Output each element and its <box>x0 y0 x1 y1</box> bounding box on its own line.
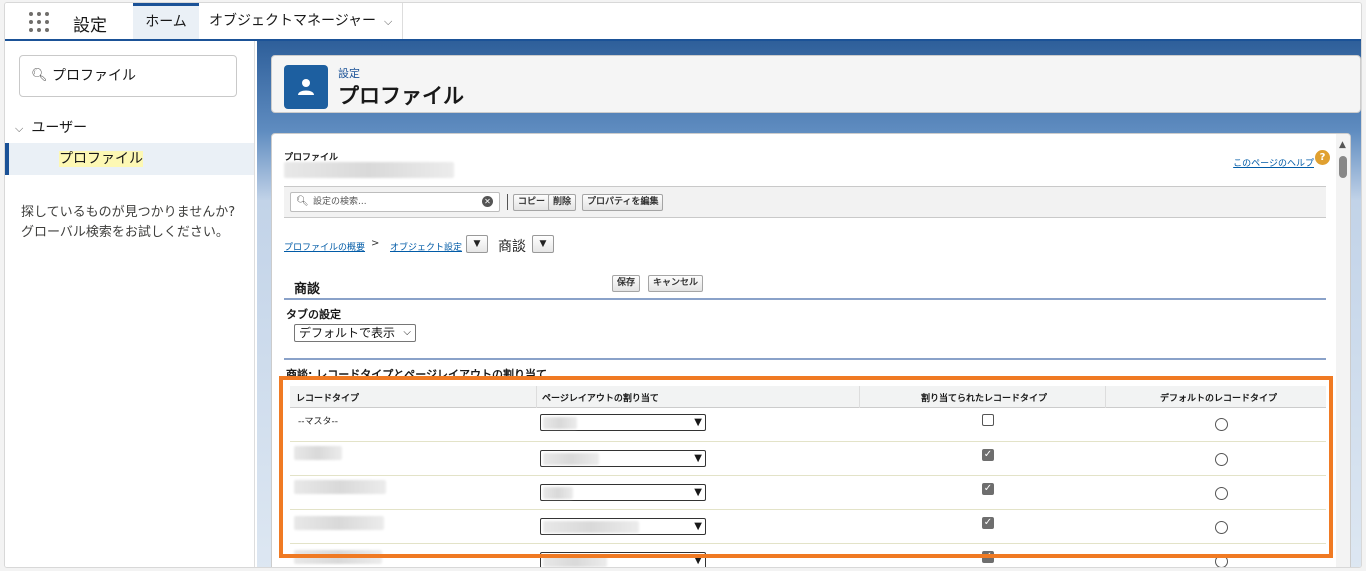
chevron-down-icon[interactable]: ▼ <box>466 235 488 253</box>
profile-toolbar: 🔍︎ 設定の検索... ✕ コピー 削除 プロパティを編集 <box>284 186 1326 218</box>
delete-button[interactable]: 削除 <box>548 194 577 211</box>
scroll-up-icon[interactable]: ▲ <box>1339 140 1346 150</box>
layout-select[interactable]: ▼ <box>540 518 706 535</box>
layout-value-redacted <box>543 417 577 429</box>
content-scrollbar[interactable]: ▲ <box>1336 134 1350 567</box>
default-radio[interactable] <box>1215 453 1228 466</box>
record-type-redacted <box>294 550 382 564</box>
layout-select[interactable]: ▼ <box>540 450 706 467</box>
toolbar-divider <box>507 194 508 210</box>
sidebar-group-users[interactable]: ⌵ ユーザー <box>15 117 87 137</box>
setup-search-input[interactable]: 🔍︎ 設定の検索... ✕ <box>290 192 500 212</box>
section-divider <box>284 298 1326 300</box>
default-radio[interactable] <box>1215 521 1228 534</box>
layout-select[interactable]: ▼ <box>540 484 706 501</box>
column-divider <box>1105 386 1106 408</box>
app-launcher-icon[interactable] <box>29 12 49 32</box>
breadcrumb-current: 商談 <box>498 239 526 255</box>
table-row: ▼ ✓ <box>290 510 1326 544</box>
record-type-redacted <box>294 446 342 460</box>
layout-select[interactable]: ▼ <box>540 552 706 567</box>
not-found-hint: 探しているものが見つかりませんか? グローバル検索をお試しください。 <box>21 205 236 240</box>
chevron-down-icon: ▼ <box>694 453 702 464</box>
sidebar-group-label: ユーザー <box>31 120 88 136</box>
app-frame: 設定 ホーム オブジェクトマネージャー ⌵ 🔍︎ プロファイル ⌵ ユーザー プロフ… <box>4 2 1362 568</box>
quick-find-value: プロファイル <box>52 68 136 84</box>
tab-object-manager-label: オブジェクトマネージャー <box>209 13 377 29</box>
help-link[interactable]: このページのヘルプ <box>1233 156 1314 169</box>
record-type-name: --マスタ-- <box>298 417 338 427</box>
tab-settings-select[interactable]: デフォルトで表示 ⌵ <box>294 324 416 342</box>
app-name: 設定 <box>73 16 107 36</box>
record-types-title: 商談: レコードタイプとページレイアウトの割り当て <box>286 368 548 381</box>
content-frame: プロファイル このページのヘルプ ? 🔍︎ 設定の検索... ✕ コピー 削除 … <box>271 133 1351 567</box>
table-row: ▼ ✓ <box>290 476 1326 510</box>
sidebar-item-profile[interactable]: プロファイル <box>5 143 254 175</box>
layout-select[interactable]: ▼ <box>540 414 706 431</box>
save-button[interactable]: 保存 <box>612 275 641 292</box>
tab-object-manager[interactable]: オブジェクトマネージャー ⌵ <box>199 3 404 39</box>
table-row: --マスタ-- ▼ <box>290 408 1326 442</box>
section-divider <box>284 358 1326 360</box>
section-title: 商談 <box>294 282 321 297</box>
main-area: 設定 プロファイル プロファイル このページのヘルプ ? 🔍︎ 設定の検索...… <box>257 41 1361 567</box>
layout-value-redacted <box>543 521 639 533</box>
column-header-record-type: レコードタイプ <box>296 394 360 404</box>
copy-button[interactable]: コピー <box>513 194 551 211</box>
tab-settings-value: デフォルトで表示 <box>299 326 396 340</box>
table-row: ▼ ✓ <box>290 544 1326 567</box>
help-icon[interactable]: ? <box>1315 150 1330 165</box>
search-icon: 🔍︎ <box>31 68 48 83</box>
column-header-default: デフォルトのレコードタイプ <box>1160 394 1278 404</box>
profile-name-redacted <box>284 162 454 178</box>
chevron-down-icon: ▼ <box>694 521 702 532</box>
quick-find-input[interactable]: 🔍︎ プロファイル <box>19 55 237 97</box>
sidebar-item-label: プロファイル <box>59 151 143 167</box>
page-header-subtitle: 設定 <box>338 67 360 80</box>
top-navigation: 設定 ホーム オブジェクトマネージャー ⌵ <box>5 3 1361 41</box>
user-icon <box>284 65 328 109</box>
chevron-down-icon: ⌵ <box>15 122 24 135</box>
search-icon: 🔍︎ <box>296 196 309 207</box>
page-header: 設定 プロファイル <box>271 55 1361 113</box>
setup-sidebar: 🔍︎ プロファイル ⌵ ユーザー プロファイル 探しているものが見つかりませんか?… <box>5 41 255 567</box>
chevron-down-icon[interactable]: ▼ <box>532 235 554 253</box>
chevron-down-icon[interactable]: ⌵ <box>384 15 392 28</box>
assigned-checkbox[interactable]: ✓ <box>982 483 994 495</box>
table-row: ▼ ✓ <box>290 442 1326 476</box>
assigned-checkbox[interactable] <box>982 414 994 426</box>
breadcrumb-object-settings[interactable]: オブジェクト設定 <box>390 240 462 253</box>
record-type-redacted <box>294 516 384 530</box>
assigned-checkbox[interactable]: ✓ <box>982 551 994 563</box>
breadcrumb-separator: > <box>371 238 380 249</box>
layout-value-redacted <box>543 453 599 465</box>
breadcrumb-profile-overview[interactable]: プロファイルの概要 <box>284 240 365 253</box>
chevron-down-icon: ▼ <box>694 555 702 566</box>
clear-icon[interactable]: ✕ <box>482 196 493 207</box>
chevron-down-icon: ▼ <box>694 417 702 428</box>
assigned-checkbox[interactable]: ✓ <box>982 449 994 461</box>
setup-search-placeholder: 設定の検索... <box>313 197 367 207</box>
cancel-button[interactable]: キャンセル <box>648 275 704 292</box>
chevron-down-icon: ▼ <box>694 487 702 498</box>
assigned-checkbox[interactable]: ✓ <box>982 517 994 529</box>
column-divider <box>536 386 537 408</box>
edit-properties-button[interactable]: プロパティを編集 <box>582 194 664 211</box>
table-header: レコードタイプ ページレイアウトの割り当て 割り当てられたレコードタイプ デフォ… <box>290 386 1326 408</box>
scroll-thumb[interactable] <box>1339 156 1347 178</box>
page-title: プロファイル <box>338 84 464 108</box>
layout-value-redacted <box>543 487 573 499</box>
record-type-redacted <box>294 480 386 494</box>
tab-settings-label: タブの設定 <box>286 308 341 321</box>
default-radio[interactable] <box>1215 555 1228 567</box>
default-radio[interactable] <box>1215 418 1228 431</box>
column-header-assigned: 割り当てられたレコードタイプ <box>921 394 1048 404</box>
chevron-down-icon: ⌵ <box>403 327 411 338</box>
column-divider <box>859 386 860 408</box>
column-header-layout: ページレイアウトの割り当て <box>542 394 659 404</box>
layout-value-redacted <box>543 555 607 567</box>
default-radio[interactable] <box>1215 487 1228 500</box>
tab-home[interactable]: ホーム <box>133 3 199 39</box>
